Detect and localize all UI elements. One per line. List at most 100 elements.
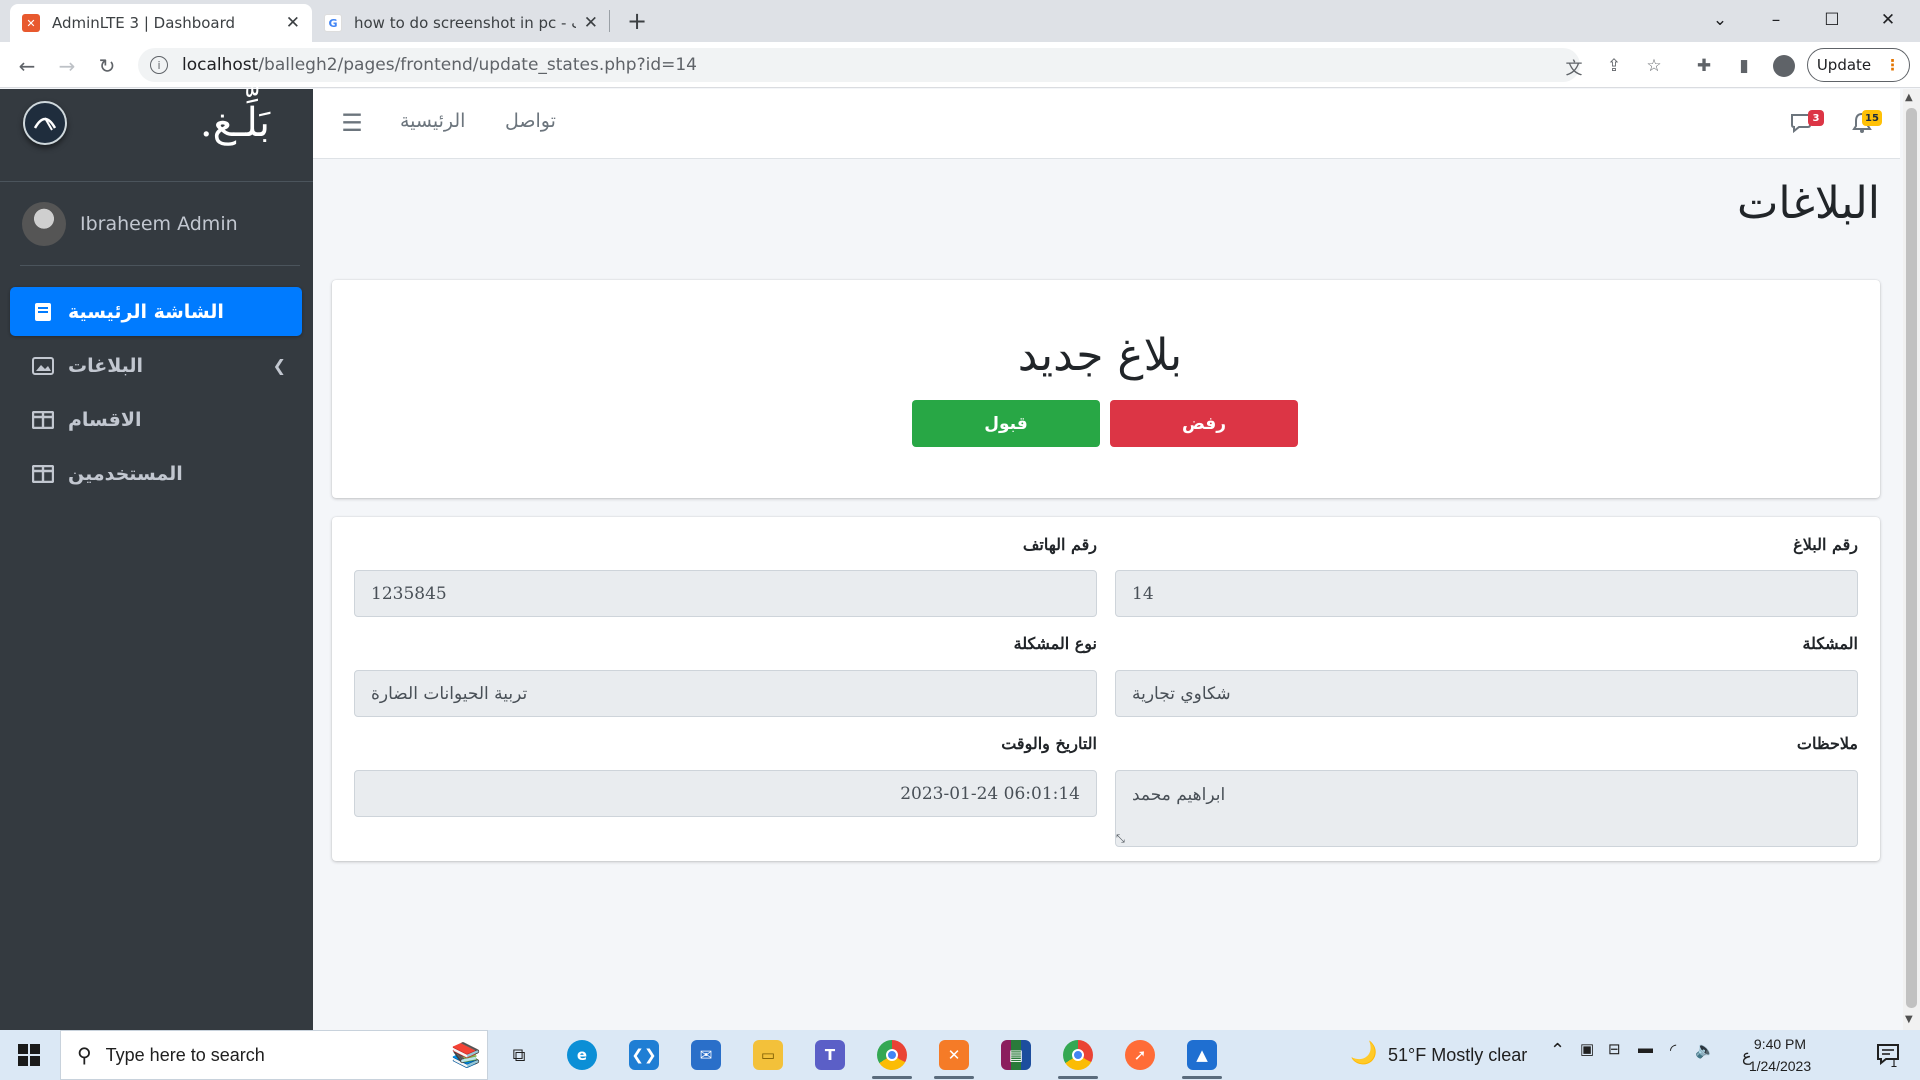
hamburger-menu-icon[interactable]: ☰ bbox=[340, 108, 364, 138]
datetime-label: التاريخ والوقت bbox=[1001, 734, 1097, 753]
teams-app-icon[interactable]: T bbox=[808, 1035, 852, 1075]
page-title: البلاغات bbox=[1737, 178, 1880, 229]
battery-icon[interactable]: ▬ bbox=[1638, 1040, 1653, 1057]
notes-textarea[interactable]: ابراهيم محمد bbox=[1115, 770, 1858, 847]
status-card bbox=[332, 280, 1880, 498]
vscode-app-icon[interactable]: ❮❯ bbox=[622, 1035, 666, 1075]
clock-time: 9:40 PM bbox=[1753, 1036, 1807, 1052]
scroll-up-icon[interactable]: ▲ bbox=[1905, 92, 1913, 103]
user-name: Ibraheem Admin bbox=[80, 213, 238, 235]
new-tab-icon[interactable]: + bbox=[622, 6, 652, 36]
tab-title: how to do screenshot in pc - بحث bbox=[354, 14, 576, 32]
running-indicator bbox=[934, 1076, 974, 1079]
show-hidden-icons-icon[interactable]: ⌃ bbox=[1550, 1040, 1565, 1061]
back-icon[interactable]: ← bbox=[13, 52, 41, 80]
brand-logo-icon[interactable] bbox=[23, 101, 67, 145]
search-icon: ⚲ bbox=[77, 1044, 92, 1067]
tab-adminlte[interactable]: ✕ AdminLTE 3 | Dashboard ✕ bbox=[10, 4, 312, 42]
divider bbox=[20, 265, 300, 266]
weather-text[interactable]: 51°F Mostly clear bbox=[1388, 1045, 1527, 1066]
taskbar-clock[interactable]: 9:40 PM 1/24/2023 bbox=[1745, 1033, 1815, 1077]
phone-field[interactable]: 1235845 bbox=[354, 570, 1097, 617]
brand-text[interactable]: بَلِّـغ. bbox=[120, 100, 270, 156]
status-title: بلاغ جديد bbox=[1017, 330, 1183, 381]
phone-label: رقم الهاتف bbox=[1022, 535, 1097, 554]
scroll-down-icon[interactable]: ▼ bbox=[1905, 1014, 1913, 1025]
accept-button[interactable]: قبول bbox=[912, 400, 1100, 447]
winrar-app-icon[interactable]: ▤ bbox=[994, 1035, 1038, 1075]
task-view-icon[interactable]: ⧉ bbox=[497, 1035, 541, 1075]
report-number-label: رقم البلاغ bbox=[1793, 535, 1858, 554]
columns-icon bbox=[32, 410, 54, 430]
chevron-left-icon: ❮ bbox=[272, 356, 286, 375]
minimize-icon[interactable]: – bbox=[1748, 0, 1804, 40]
reject-button[interactable]: رفض bbox=[1110, 400, 1298, 447]
tab-search[interactable]: G how to do screenshot in pc - بحث ✕ bbox=[312, 4, 610, 42]
nav-link-contact[interactable]: تواصل bbox=[505, 110, 556, 132]
sidepanel-icon[interactable]: ▮ bbox=[1730, 52, 1758, 80]
sidebar-item-label: المستخدمين bbox=[68, 462, 183, 485]
datetime-field[interactable]: 2023-01-24 06:01:14 bbox=[354, 770, 1097, 817]
forward-icon[interactable]: → bbox=[53, 52, 81, 80]
resize-handle-icon[interactable]: ⤡ bbox=[1116, 832, 1125, 846]
taskbar-search-input[interactable]: ⚲ Type here to search 📚 bbox=[60, 1030, 488, 1080]
nav-link-home[interactable]: الرئيسية bbox=[400, 110, 465, 132]
problem-type-field[interactable]: تربية الحيوانات الضارة bbox=[354, 670, 1097, 717]
columns-icon bbox=[32, 464, 54, 484]
maximize-icon[interactable]: ☐ bbox=[1804, 0, 1860, 40]
postman-app-icon[interactable]: ➚ bbox=[1118, 1035, 1162, 1075]
tab-search-chevron-icon[interactable]: ⌄ bbox=[1692, 0, 1748, 40]
tab-divider bbox=[609, 10, 610, 32]
google-favicon-icon: G bbox=[324, 14, 342, 32]
notification-center-icon[interactable] bbox=[1870, 1036, 1906, 1072]
chrome-profile-app-icon[interactable] bbox=[1056, 1035, 1100, 1075]
sidebar-item-label: البلاغات bbox=[68, 354, 144, 377]
running-indicator bbox=[1058, 1076, 1098, 1079]
update-button[interactable]: Update ⋮ bbox=[1807, 48, 1910, 82]
scrollbar-thumb[interactable] bbox=[1906, 108, 1917, 1008]
wifi-icon[interactable]: ◜ bbox=[1670, 1040, 1676, 1060]
window-close-icon[interactable]: ✕ bbox=[1860, 0, 1916, 40]
mail-app-icon[interactable]: ✉ bbox=[684, 1035, 728, 1075]
close-tab-icon[interactable]: ✕ bbox=[286, 13, 300, 33]
problem-label: المشكلة bbox=[1802, 634, 1858, 653]
avatar bbox=[22, 202, 66, 246]
book-icon bbox=[32, 302, 54, 322]
running-indicator bbox=[1182, 1076, 1222, 1079]
image-icon bbox=[32, 356, 54, 376]
problem-type-label: نوع المشكلة bbox=[1013, 634, 1097, 653]
sidebar-item-users[interactable]: المستخدمين bbox=[10, 449, 302, 498]
display-icon[interactable]: ⊟ bbox=[1608, 1040, 1621, 1058]
weather-moon-icon[interactable]: 🌙 bbox=[1350, 1040, 1377, 1066]
reload-icon[interactable]: ↻ bbox=[93, 52, 121, 80]
sidebar-item-dashboard[interactable]: الشاشة الرئيسية bbox=[10, 287, 302, 336]
volume-icon[interactable]: 🔈 bbox=[1695, 1040, 1715, 1060]
photos-app-icon[interactable]: ▲ bbox=[1180, 1035, 1224, 1075]
windows-start-icon[interactable] bbox=[0, 1030, 58, 1080]
sidebar-item-departments[interactable]: الاقسام bbox=[10, 395, 302, 444]
share-icon[interactable]: ⇪ bbox=[1600, 52, 1628, 80]
xampp-app-icon[interactable]: ✕ bbox=[932, 1035, 976, 1075]
star-icon[interactable]: ☆ bbox=[1640, 52, 1668, 80]
chrome-app-icon[interactable] bbox=[870, 1035, 914, 1075]
notes-label: ملاحظات bbox=[1796, 734, 1858, 753]
running-indicator bbox=[872, 1076, 912, 1079]
sidebar-item-reports[interactable]: البلاغات ❮ bbox=[10, 341, 302, 390]
menu-dots-icon: ⋮ bbox=[1885, 56, 1901, 74]
file-explorer-icon[interactable]: ▭ bbox=[746, 1035, 790, 1075]
user-panel[interactable]: Ibraheem Admin bbox=[22, 200, 292, 248]
edge-app-icon[interactable]: e bbox=[560, 1035, 604, 1075]
translate-icon[interactable]: 文 bbox=[1560, 52, 1588, 80]
profile-icon[interactable] bbox=[1770, 52, 1798, 80]
sidebar-item-label: الاقسام bbox=[68, 408, 142, 431]
extensions-icon[interactable]: ✚ bbox=[1690, 52, 1718, 80]
sidebar-item-label: الشاشة الرئيسية bbox=[68, 300, 224, 323]
url-path: /ballegh2/pages/frontend/update_states.p… bbox=[258, 55, 697, 75]
close-tab-icon[interactable]: ✕ bbox=[584, 13, 598, 33]
problem-field[interactable]: شكاوي تجارية bbox=[1115, 670, 1858, 717]
update-label: Update bbox=[1816, 56, 1872, 74]
address-bar[interactable]: i localhost/ballegh2/pages/frontend/upda… bbox=[138, 48, 1580, 82]
meet-now-icon[interactable]: ▣ bbox=[1580, 1040, 1594, 1058]
report-number-field[interactable]: 14 bbox=[1115, 570, 1858, 617]
site-info-icon[interactable]: i bbox=[150, 56, 168, 74]
